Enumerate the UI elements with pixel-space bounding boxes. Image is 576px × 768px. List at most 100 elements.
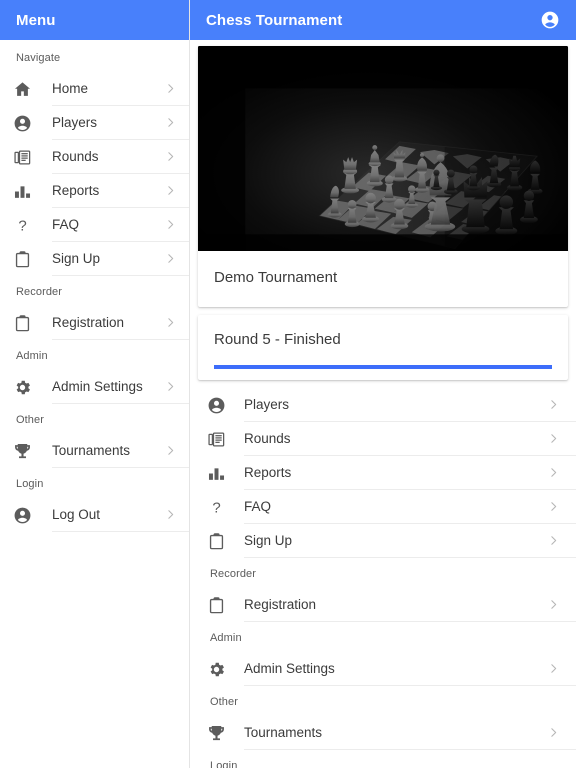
list-item-content: Players [52,106,189,140]
clipboard-icon [204,529,228,553]
list-item-label: FAQ [52,216,80,232]
list-item-reports[interactable]: Reports [0,174,189,208]
list-subheader-login: Login [210,760,238,768]
drawer-title: Menu [16,11,56,29]
round-progress-fill [214,365,552,369]
list-item-label: Reports [244,464,292,480]
list-item-content: FAQ [244,490,576,524]
pane-menu-list: Players Rounds Reports? FAQ Sign Up Recorder R… [190,388,576,768]
round-status-label: Round 5 - Finished [214,331,341,348]
list-item-content: Registration [244,588,576,622]
list-item-content: Registration [52,306,189,340]
chevron-right-icon [547,662,560,675]
list-item-admin-settings[interactable]: Admin Settings [190,652,576,686]
chevron-right-icon [547,598,560,611]
round-progress-bar [214,365,552,369]
list-item-label: Tournaments [244,724,323,740]
list-subheader-other: Other [210,696,239,708]
chevron-right-icon [547,398,560,411]
list-item-sign-up[interactable]: Sign Up [190,524,576,558]
list-item-content: Tournaments [52,434,189,468]
app-root: Menu Navigate Home Players Rounds Reports? FA… [0,0,576,768]
pane-title: Chess Tournament [206,11,343,29]
list-item-label: Reports [52,182,100,198]
list-item-log-out[interactable]: Log Out [0,498,189,532]
list-item-rounds[interactable]: Rounds [190,422,576,456]
list-item-label: Home [52,80,89,96]
clipboard-icon [10,247,34,271]
list-subheader-navigate: Navigate [16,52,61,64]
list-item-label: FAQ [244,498,272,514]
list-item-registration[interactable]: Registration [0,306,189,340]
list-item-tournaments[interactable]: Tournaments [0,434,189,468]
chevron-right-icon [164,316,177,329]
list-item-home[interactable]: Home [0,72,189,106]
list-subheader-admin: Admin [210,632,242,644]
home-icon [10,77,34,101]
list-item-content: Reports [244,456,576,490]
chevron-right-icon [164,508,177,521]
list-item-label: Rounds [244,430,291,446]
list-item-registration[interactable]: Registration [190,588,576,622]
list-item-content: Admin Settings [244,652,576,686]
chevron-right-icon [547,500,560,513]
pane-content: Demo Tournament Round 5 - Finished Playe… [190,40,576,768]
drawer-section-container: Navigate Home Players Rounds Reports? FAQ Sign… [0,42,189,532]
trophy-icon [10,439,34,463]
trophy-icon [204,721,228,745]
content-pane: Chess Tournament Demo Tournament Round 5… [190,0,576,768]
chevron-right-icon [547,432,560,445]
svg-text:?: ? [212,499,220,516]
chevron-right-icon [164,82,177,95]
list-item-label: Registration [244,596,317,612]
chevron-right-icon [547,466,560,479]
chevron-right-icon [547,726,560,739]
list-item-label: Tournaments [52,442,131,458]
list-item-content: FAQ [52,208,189,242]
question-mark-icon: ? [204,495,228,519]
newspaper-icon [204,427,228,451]
tournament-card[interactable]: Demo Tournament [198,46,568,307]
list-item-faq[interactable]: ? FAQ [0,208,189,242]
chevron-right-icon [164,150,177,163]
list-item-label: Sign Up [244,532,293,548]
list-item-content: Home [52,72,189,106]
clipboard-icon [204,593,228,617]
list-subheader-admin: Admin [16,350,48,362]
list-item-label: Registration [52,314,125,330]
list-item-rounds[interactable]: Rounds [0,140,189,174]
drawer-menu-list: Navigate Home Players Rounds Reports? FAQ Sign… [0,40,189,768]
list-item-reports[interactable]: Reports [190,456,576,490]
account-circle-icon [10,111,34,135]
list-subheader-recorder: Recorder [16,286,63,298]
list-item-label: Players [52,114,98,130]
list-item-content: Rounds [52,140,189,174]
navigation-drawer: Menu Navigate Home Players Rounds Reports? FA… [0,0,190,768]
list-item-content: Tournaments [244,716,576,750]
chevron-right-icon [164,116,177,129]
question-mark-icon: ? [10,213,34,237]
list-item-players[interactable]: Players [190,388,576,422]
list-item-sign-up[interactable]: Sign Up [0,242,189,276]
account-circle-icon [10,503,34,527]
list-item-admin-settings[interactable]: Admin Settings [0,370,189,404]
gear-icon [10,375,34,399]
list-item-label: Players [244,396,290,412]
chevron-right-icon [164,380,177,393]
list-item-tournaments[interactable]: Tournaments [190,716,576,750]
list-item-players[interactable]: Players [0,106,189,140]
list-item-content: Reports [52,174,189,208]
account-circle-icon[interactable] [538,8,562,32]
list-item-content: Admin Settings [52,370,189,404]
chevron-right-icon [164,252,177,265]
pane-toolbar: Chess Tournament [190,0,576,40]
account-circle-icon [204,393,228,417]
bar-chart-icon [204,461,228,485]
bar-chart-icon [10,179,34,203]
chevron-right-icon [547,534,560,547]
list-item-faq[interactable]: ? FAQ [190,490,576,524]
round-status-card[interactable]: Round 5 - Finished [198,315,568,380]
list-subheader-recorder: Recorder [210,568,257,580]
list-item-label: Admin Settings [244,660,335,676]
tournament-card-title: Demo Tournament [214,269,338,286]
